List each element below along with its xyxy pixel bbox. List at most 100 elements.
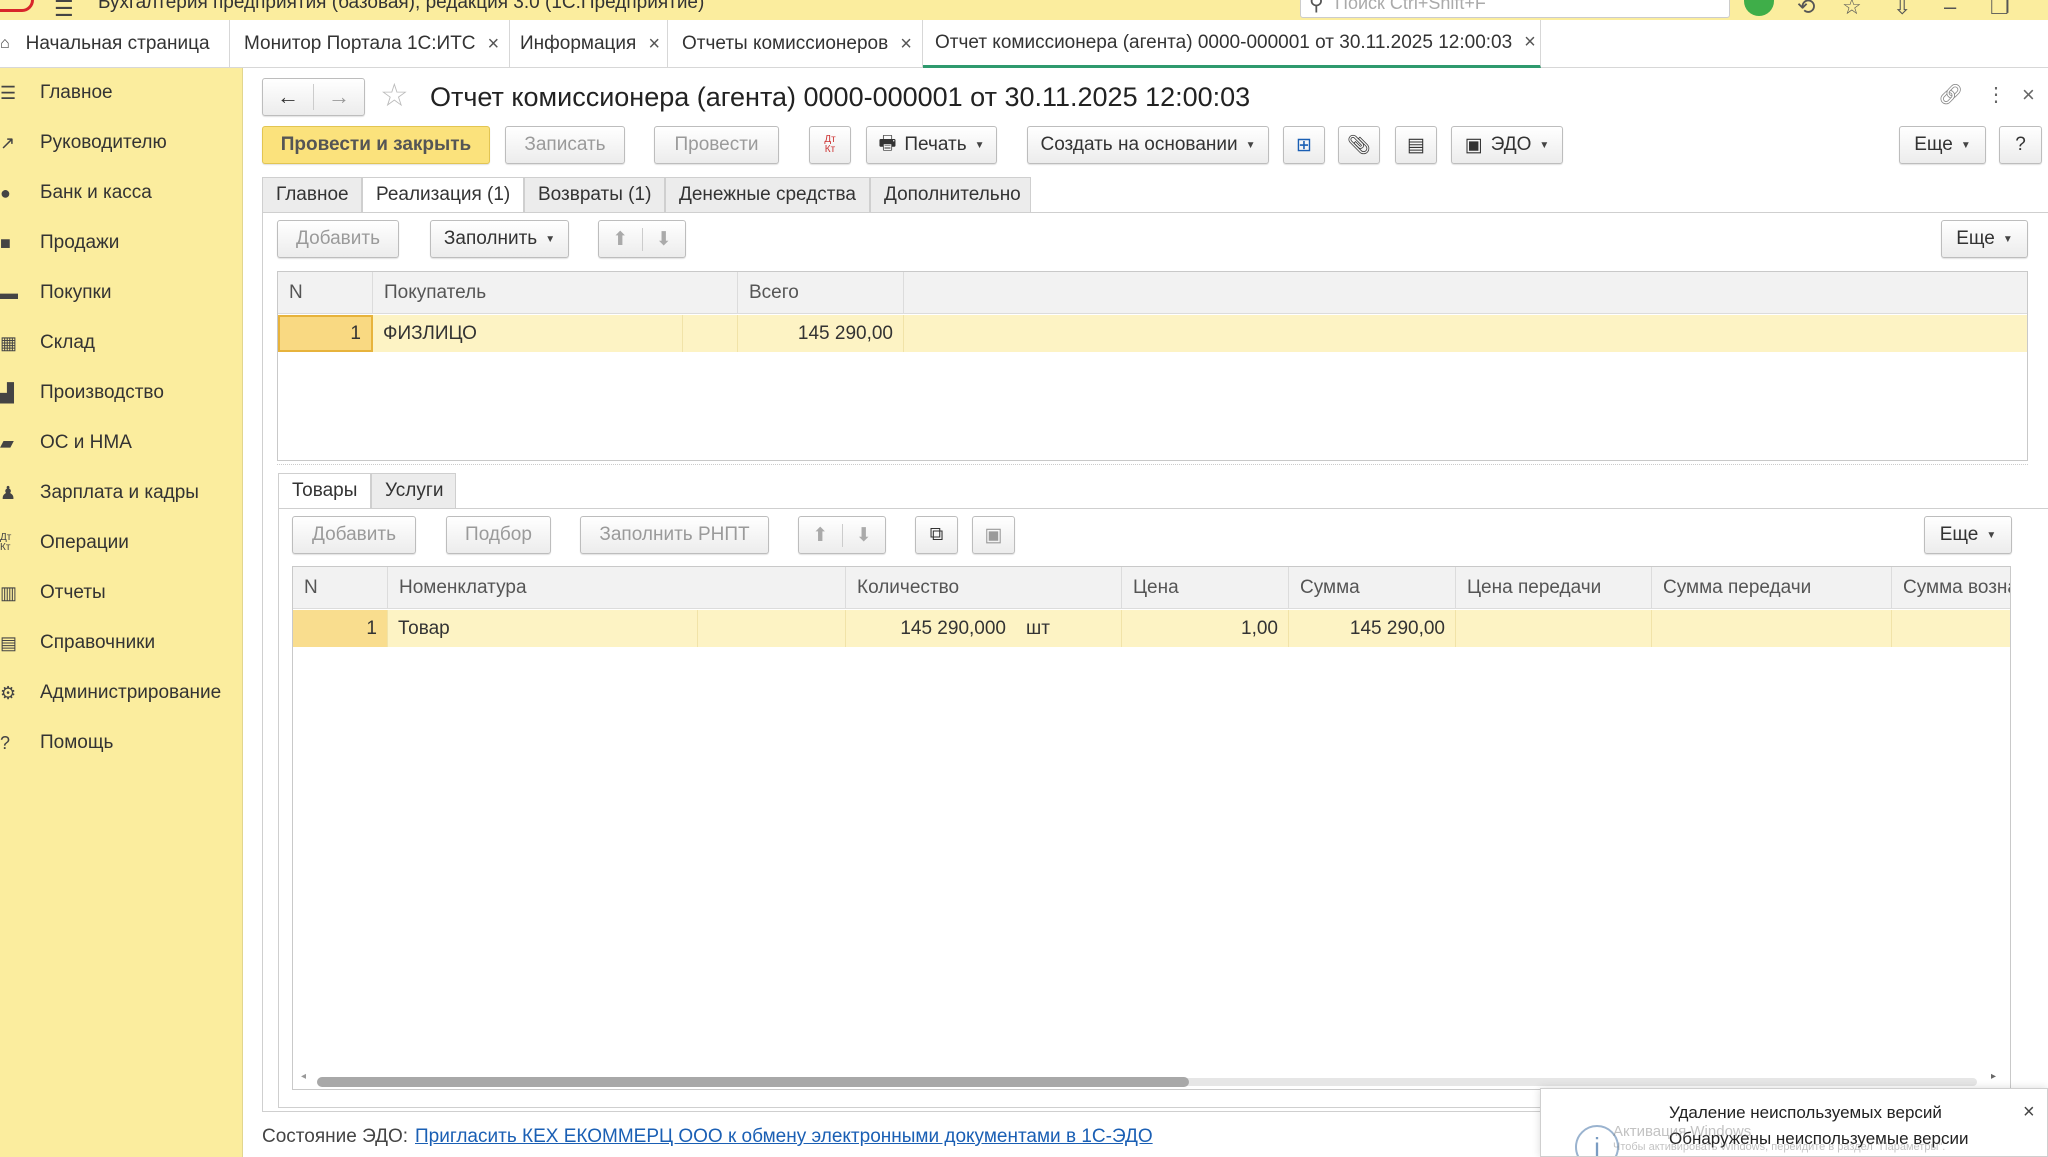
cell-n[interactable]: 1 bbox=[293, 610, 388, 647]
sub-tab-services[interactable]: Услуги bbox=[371, 473, 456, 509]
create-based-on-button[interactable]: Создать на основании ▼ bbox=[1027, 126, 1269, 164]
column-header-n[interactable]: N bbox=[293, 567, 388, 609]
edo-invite-link[interactable]: Пригласить КЕХ ЕКОММЕРЦ ООО к обмену эле… bbox=[415, 1126, 1153, 1148]
structure-button[interactable]: ⊞ bbox=[1283, 126, 1325, 164]
user-avatar-icon[interactable] bbox=[1744, 0, 1774, 16]
goods-more-button[interactable]: Еще ▼ bbox=[1924, 516, 2012, 554]
favorite-star-icon[interactable]: ☆ bbox=[380, 76, 409, 114]
sidebar-item-warehouse[interactable]: ▦ Склад bbox=[0, 328, 95, 358]
goods-pick-button[interactable]: Подбор bbox=[446, 516, 551, 554]
sidebar-item-help[interactable]: ? Помощь bbox=[0, 728, 113, 758]
search-input[interactable]: ⚲ Поиск Ctrl+Shift+F bbox=[1300, 0, 1730, 18]
cell-item[interactable]: Товар bbox=[388, 610, 698, 647]
help-button[interactable]: ? bbox=[1999, 126, 2042, 164]
column-header-nomenclature[interactable]: Номенклатура bbox=[388, 567, 846, 609]
forward-arrow-icon[interactable]: → bbox=[314, 84, 364, 110]
maximize-icon[interactable]: ❐ bbox=[1990, 0, 2010, 20]
cell-transfer-sum[interactable] bbox=[1652, 610, 1892, 647]
move-up-icon[interactable]: ⬆ bbox=[799, 523, 843, 547]
buyers-add-button[interactable]: Добавить bbox=[277, 220, 399, 258]
sidebar-item-production[interactable]: ▟ Производство bbox=[0, 378, 164, 408]
sidebar-item-purchases[interactable]: ▬ Покупки bbox=[0, 278, 111, 308]
form-tab-main[interactable]: Главное bbox=[262, 177, 362, 213]
main-menu-icon[interactable]: ☰ bbox=[54, 0, 74, 20]
close-icon[interactable]: × bbox=[648, 33, 660, 56]
horizontal-scrollbar[interactable]: ◂ ▸ bbox=[301, 1071, 2001, 1087]
back-arrow-icon[interactable]: ← bbox=[263, 84, 314, 110]
scroll-left-icon[interactable]: ◂ bbox=[301, 1071, 306, 1082]
sidebar-item-main[interactable]: ☰ Главное bbox=[0, 78, 113, 108]
column-header-n[interactable]: N bbox=[278, 272, 373, 314]
sidebar-item-operations[interactable]: Дт Кт Операции bbox=[0, 528, 129, 558]
sidebar-item-manager[interactable]: ↗ Руководителю bbox=[0, 128, 167, 158]
close-icon[interactable]: × bbox=[900, 33, 912, 56]
column-header-transfer-price[interactable]: Цена передачи bbox=[1456, 567, 1652, 609]
column-header-total[interactable]: Всего bbox=[738, 272, 904, 314]
save-button[interactable]: Записать bbox=[505, 126, 625, 164]
cell-total[interactable]: 145 290,00 bbox=[738, 315, 904, 352]
column-header-buyer[interactable]: Покупатель bbox=[373, 272, 738, 314]
tab-information[interactable]: Информация × bbox=[510, 20, 668, 68]
sidebar-item-administration[interactable]: ⚙ Администрирование bbox=[0, 678, 221, 708]
more-button[interactable]: Еще ▼ bbox=[1899, 126, 1986, 164]
form-tab-sales[interactable]: Реализация (1) bbox=[362, 177, 524, 213]
tab-its-portal-monitor[interactable]: Монитор Портала 1С:ИТС × bbox=[230, 20, 510, 68]
paste-rows-button[interactable]: ▣ bbox=[972, 516, 1015, 554]
sidebar-item-sales[interactable]: ■ Продажи bbox=[0, 228, 119, 258]
favorites-star-icon[interactable]: ☆ bbox=[1842, 0, 1862, 20]
buyers-more-button[interactable]: Еще ▼ bbox=[1941, 220, 2028, 258]
post-and-close-button[interactable]: Провести и закрыть bbox=[262, 126, 490, 164]
cell-transfer-price[interactable] bbox=[1456, 610, 1652, 647]
form-tab-additional[interactable]: Дополнительно bbox=[870, 177, 1031, 213]
sidebar-item-bank[interactable]: ● Банк и касса bbox=[0, 178, 152, 208]
dropdown-arrow-icon[interactable]: ⇩ bbox=[1893, 0, 1911, 20]
move-down-icon[interactable]: ⬇ bbox=[643, 228, 686, 251]
move-down-icon[interactable]: ⬇ bbox=[843, 524, 886, 547]
goods-add-button[interactable]: Добавить bbox=[292, 516, 416, 554]
edo-button[interactable]: ▣ ЭДО ▼ bbox=[1451, 126, 1563, 164]
close-icon[interactable]: × bbox=[2023, 1101, 2035, 1124]
buyers-fill-button[interactable]: Заполнить ▼ bbox=[430, 220, 569, 258]
minimize-icon[interactable]: – bbox=[1944, 0, 1956, 20]
close-icon[interactable]: × bbox=[2022, 82, 2035, 108]
journal-button[interactable]: ▤ bbox=[1395, 126, 1437, 164]
close-icon[interactable]: × bbox=[488, 33, 500, 56]
move-up-icon[interactable]: ⬆ bbox=[599, 227, 643, 251]
copy-rows-button[interactable]: ⧉ bbox=[915, 516, 958, 554]
sidebar-item-reports[interactable]: ▥ Отчеты bbox=[0, 578, 106, 608]
tab-home[interactable]: ⌂ Начальная страница bbox=[0, 20, 230, 68]
sidebar-item-catalogs[interactable]: ▤ Справочники bbox=[0, 628, 155, 658]
post-button[interactable]: Провести bbox=[654, 126, 779, 164]
more-vertical-icon[interactable]: ⋮ bbox=[1986, 82, 2006, 107]
tab-commission-reports[interactable]: Отчеты комиссионеров × bbox=[668, 20, 923, 68]
cell-fee-sum[interactable] bbox=[1892, 610, 2010, 647]
cell-buyer[interactable]: ФИЗЛИЦО bbox=[373, 315, 683, 352]
dt-kt-button[interactable]: Дт Кт bbox=[809, 126, 851, 164]
form-tab-returns[interactable]: Возвраты (1) bbox=[524, 177, 665, 213]
column-header-transfer-sum[interactable]: Сумма передачи bbox=[1652, 567, 1892, 609]
history-icon[interactable]: ⟲ bbox=[1797, 0, 1815, 20]
notification-popup[interactable]: i Удаление неиспользуемых версий Обнаруж… bbox=[1540, 1088, 2048, 1157]
column-header-price[interactable]: Цена bbox=[1122, 567, 1289, 609]
scrollbar-thumb[interactable] bbox=[317, 1077, 1189, 1087]
cell-unit[interactable]: шт bbox=[1016, 610, 1122, 647]
sub-tab-goods[interactable]: Товары bbox=[278, 473, 371, 509]
goods-fill-rnpt-button[interactable]: Заполнить РНПТ bbox=[580, 516, 769, 554]
column-header-sum[interactable]: Сумма bbox=[1289, 567, 1456, 609]
form-tab-cash[interactable]: Денежные средства bbox=[665, 177, 870, 213]
link-icon[interactable]: 🔗︎ bbox=[1938, 82, 1963, 107]
cell-sum[interactable]: 145 290,00 bbox=[1289, 610, 1456, 647]
print-button[interactable]: 🖶︎ Печать ▼ bbox=[866, 126, 997, 164]
scroll-right-icon[interactable]: ▸ bbox=[1991, 1071, 1996, 1082]
table-row[interactable]: 1 Товар 145 290,000 шт 1,00 145 290,00 bbox=[293, 610, 2010, 647]
column-header-fee-sum[interactable]: Сумма вознаграждения bbox=[1892, 567, 2010, 609]
cell-price[interactable]: 1,00 bbox=[1122, 610, 1289, 647]
close-icon[interactable]: × bbox=[1524, 31, 1536, 54]
sidebar-item-payroll[interactable]: ♟ Зарплата и кадры bbox=[0, 478, 199, 508]
tab-commission-report-document[interactable]: Отчет комиссионера (агента) 0000-000001 … bbox=[923, 20, 1541, 68]
cell-n[interactable]: 1 bbox=[278, 315, 373, 352]
cell-quantity[interactable]: 145 290,000 bbox=[846, 610, 1016, 647]
column-header-quantity[interactable]: Количество bbox=[846, 567, 1122, 609]
attach-file-button[interactable]: 📎︎ bbox=[1338, 126, 1380, 164]
table-row[interactable]: 1 ФИЗЛИЦО 145 290,00 bbox=[278, 315, 2027, 352]
